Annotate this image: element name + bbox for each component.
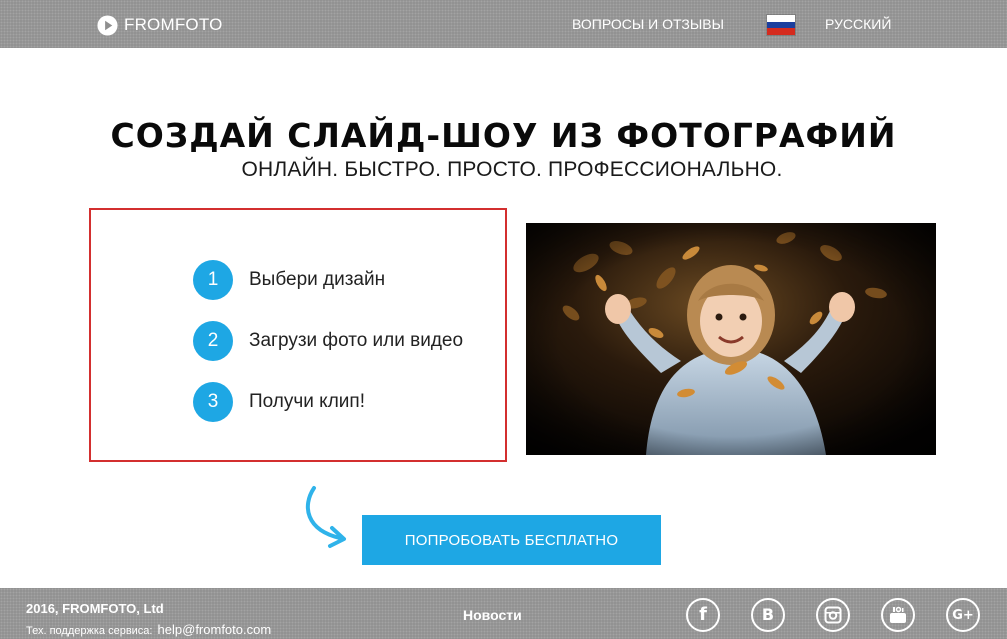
flag-stripe-white <box>767 15 795 22</box>
instagram-button[interactable] <box>816 598 850 632</box>
step-item: 1 Выбери дизайн <box>193 260 385 300</box>
logo[interactable]: FROMFOTO <box>97 14 223 36</box>
flag-stripe-blue <box>767 21 795 29</box>
support-email-link[interactable]: help@fromfoto.com <box>158 622 272 637</box>
youtube-button[interactable] <box>881 598 915 632</box>
header-bar: FROMFOTO ВОПРОСЫ И ОТЗЫВЫ РУССКИЙ <box>0 0 1007 48</box>
step-number-badge: 2 <box>193 321 233 361</box>
play-logo-icon <box>97 14 118 36</box>
page-subtitle: ОНЛАЙН. БЫСТРО. ПРОСТО. ПРОФЕССИОНАЛЬНО. <box>241 158 783 181</box>
step-label: Выбери дизайн <box>249 269 386 290</box>
google-plus-icon: G+ <box>952 607 974 623</box>
step-item: 3 Получи клип! <box>193 382 365 422</box>
flag-stripe-red <box>767 28 795 36</box>
support-label: Тех. поддержка сервиса: <box>26 625 153 637</box>
step-label: Получи клип! <box>249 391 365 412</box>
vk-icon: B <box>761 605 775 624</box>
logo-text: FROMFOTO <box>124 15 223 34</box>
photo-illustration <box>526 223 936 455</box>
youtube-icon <box>890 606 906 623</box>
footer-bar: 2016, FROMFOTO, Ltd Тех. поддержка серви… <box>0 588 1007 639</box>
step-number-badge: 1 <box>193 260 233 300</box>
hero-photo <box>526 223 936 455</box>
page-title: СОЗДАЙ СЛАЙД-ШОУ ИЗ ФОТОГРАФИЙ <box>110 116 897 155</box>
support-line: Тех. поддержка сервиса: help@fromfoto.co… <box>26 622 271 637</box>
nav-faq-link[interactable]: ВОПРОСЫ И ОТЗЫВЫ <box>572 16 724 32</box>
vk-button[interactable]: B <box>751 598 785 632</box>
facebook-icon: f <box>699 604 707 625</box>
language-selector[interactable]: РУССКИЙ <box>825 16 891 32</box>
news-link[interactable]: Новости <box>463 607 522 623</box>
try-free-button[interactable]: ПОПРОБОВАТЬ БЕСПЛАТНО <box>362 515 661 565</box>
steps-box: 1 Выбери дизайн 2 Загрузи фото или видео… <box>89 208 507 462</box>
copyright-text: 2016, FROMFOTO, Ltd <box>26 601 164 616</box>
step-number-badge: 3 <box>193 382 233 422</box>
step-item: 2 Загрузи фото или видео <box>193 321 463 361</box>
instagram-icon <box>824 606 842 624</box>
facebook-button[interactable]: f <box>686 598 720 632</box>
russian-flag-icon[interactable] <box>766 14 796 36</box>
curved-arrow-icon <box>305 486 346 548</box>
step-label: Загрузи фото или видео <box>249 330 464 351</box>
google-plus-button[interactable]: G+ <box>946 598 980 632</box>
